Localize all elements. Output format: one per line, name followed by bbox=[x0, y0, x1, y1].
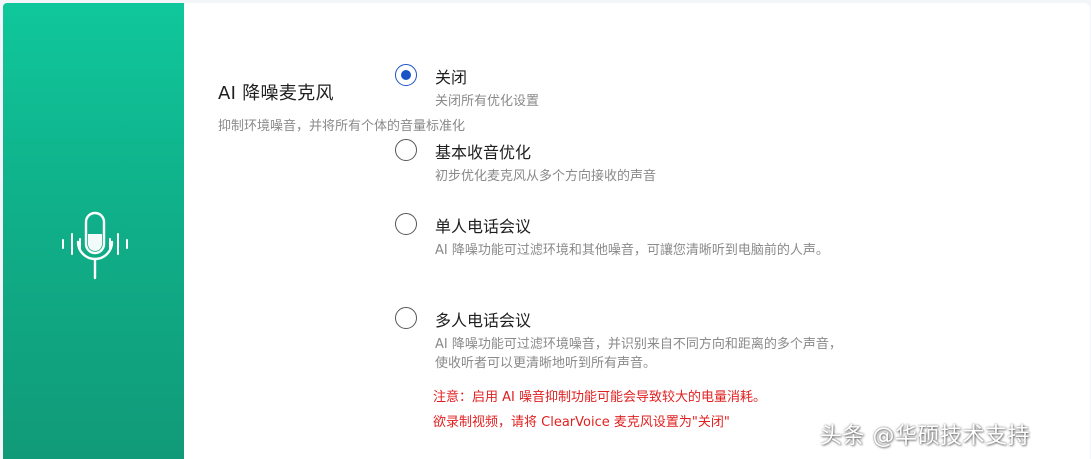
option-single-conference-description: AI 降噪功能可过滤环境和其他噪音，可讓您清晰听到电脑前的人声。 bbox=[435, 243, 829, 258]
watermark-text: 头条 @华硕技术支持 bbox=[820, 424, 1030, 449]
option-multi-conference-description: AI 降噪功能可过滤环境噪音，并识别来自不同方向和距离的多个声音，使收听者可以更… bbox=[435, 337, 842, 371]
option-off-label: 关闭 bbox=[435, 68, 468, 87]
radio-multi-conference[interactable] bbox=[395, 307, 417, 329]
microphone-noise-reduction-icon bbox=[62, 211, 128, 280]
option-multi-conference-label: 多人电话会议 bbox=[435, 311, 532, 330]
option-basic-optimization-description: 初步优化麦克风从多个方向接收的声音 bbox=[435, 169, 657, 184]
warning-power-consumption: 注意：启用 AI 噪音抑制功能可能会导致较大的电量消耗。 bbox=[433, 390, 766, 405]
radio-off[interactable] bbox=[395, 64, 417, 86]
option-basic-optimization-label: 基本收音优化 bbox=[435, 143, 532, 162]
option-off-description: 关闭所有优化设置 bbox=[435, 94, 540, 109]
feature-sidebar-panel bbox=[3, 3, 184, 459]
warning-video-recording: 欲录制视频，请将 ClearVoice 麦克风设置为"关闭" bbox=[433, 415, 730, 430]
radio-single-conference[interactable] bbox=[395, 213, 417, 235]
settings-page: AI 降噪麦克风 抑制环境噪音，并将所有个体的音量标准化 关闭 关闭所有优化设置… bbox=[0, 0, 1091, 459]
setting-description: 抑制环境噪音，并将所有个体的音量标准化 bbox=[218, 119, 466, 134]
radio-basic-optimization[interactable] bbox=[395, 139, 417, 161]
setting-title: AI 降噪麦克风 bbox=[218, 83, 334, 104]
option-single-conference-label: 单人电话会议 bbox=[435, 217, 532, 236]
